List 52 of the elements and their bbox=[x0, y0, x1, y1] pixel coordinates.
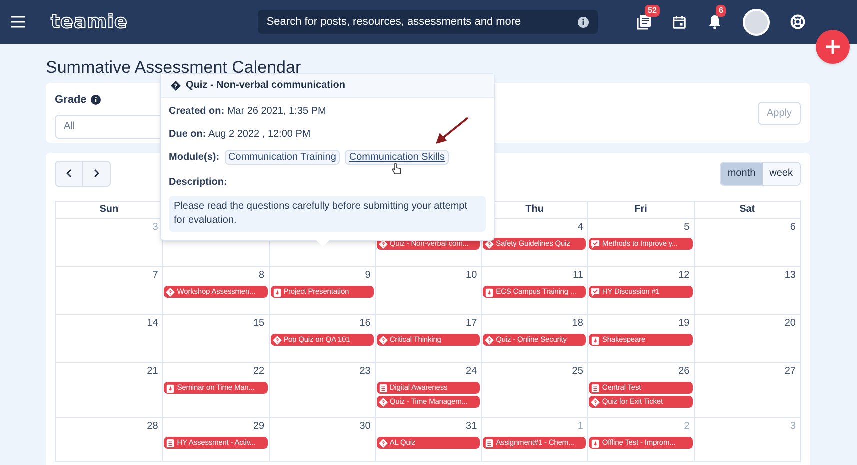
weekday-header: Fri bbox=[587, 202, 694, 218]
day-number: 28 bbox=[147, 421, 158, 433]
modules-label: Module(s): bbox=[169, 151, 220, 165]
created-date: Created on: Mar 26 2021, 1:35 PM bbox=[169, 105, 328, 119]
day-number: 31 bbox=[466, 421, 478, 433]
search-bar[interactable]: Search for posts, resources, assessments and more bbox=[258, 10, 598, 34]
weekday-header: Sun bbox=[98, 203, 120, 217]
due-date: Due on: Aug 2 2022 , 12:00 PM bbox=[169, 128, 312, 142]
day-number: 2 bbox=[684, 421, 690, 433]
description-text: Please read the questions carefully before submitting your attempt for evaluation. bbox=[169, 196, 486, 232]
day-number: 7 bbox=[152, 270, 158, 282]
count-badge: 6 bbox=[716, 5, 726, 17]
module-link[interactable]: Communication Skills bbox=[345, 150, 449, 165]
count-badge: 52 bbox=[645, 5, 660, 17]
view-tab[interactable]: month bbox=[720, 162, 763, 184]
day-number: 3 bbox=[152, 222, 158, 234]
popover-title: Quiz - Non-verbal communication bbox=[186, 79, 346, 93]
logo[interactable]: teamie bbox=[51, 8, 128, 36]
day-number: 1 bbox=[578, 421, 584, 433]
day-number: 27 bbox=[784, 366, 796, 378]
page-title: Summative Assessment Calendar bbox=[46, 57, 302, 79]
day-number: 4 bbox=[578, 222, 584, 234]
day-number: 9 bbox=[365, 270, 371, 282]
day-number: 6 bbox=[790, 222, 796, 234]
day-number: 11 bbox=[573, 270, 584, 282]
day-number: 8 bbox=[259, 270, 265, 282]
day-number: 25 bbox=[572, 366, 584, 378]
day-number: 21 bbox=[147, 366, 158, 378]
day-number: 15 bbox=[253, 318, 265, 330]
day-number: 10 bbox=[466, 270, 478, 282]
day-number: 3 bbox=[790, 421, 796, 433]
day-number: 30 bbox=[360, 421, 371, 433]
weekday-header: Sat bbox=[694, 202, 800, 218]
view-tab[interactable]: week bbox=[762, 162, 800, 184]
day-number: 13 bbox=[784, 270, 796, 282]
day-number: 19 bbox=[678, 318, 690, 330]
description-label: Description: bbox=[169, 176, 228, 190]
day-number: 17 bbox=[466, 318, 478, 330]
day-number: 22 bbox=[253, 366, 265, 378]
day-number: 16 bbox=[360, 318, 371, 330]
field-label: Grade bbox=[55, 93, 87, 108]
day-number: 26 bbox=[678, 366, 690, 378]
day-number: 5 bbox=[684, 222, 690, 234]
day-number: 18 bbox=[572, 318, 584, 330]
day-number: 29 bbox=[253, 421, 265, 433]
day-number: 23 bbox=[360, 366, 371, 378]
day-number: 24 bbox=[466, 366, 478, 378]
module-link[interactable]: Communication Training bbox=[224, 150, 340, 165]
day-number: 14 bbox=[147, 318, 158, 330]
day-number: 12 bbox=[678, 270, 690, 282]
day-number: 20 bbox=[784, 318, 796, 330]
search-field[interactable]: Search for posts, resources, assessments and more bbox=[266, 14, 570, 30]
